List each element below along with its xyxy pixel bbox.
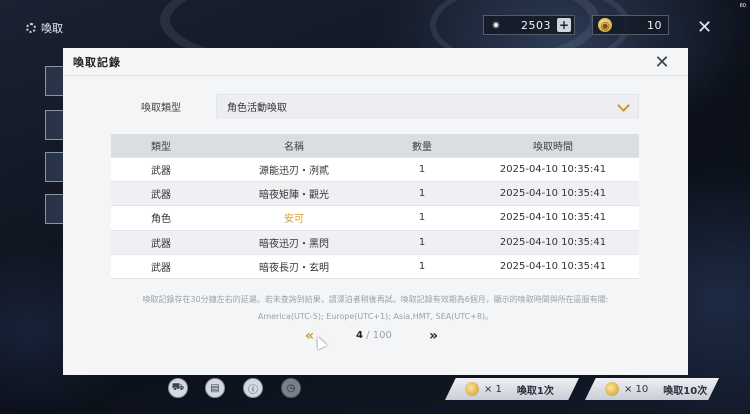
screen-title: 喚取 xyxy=(26,20,63,36)
column-header: 類型 xyxy=(111,134,211,158)
cell-qty: 1 xyxy=(377,181,467,207)
currency-tide: ◉ 10 xyxy=(592,15,669,35)
draw-one-count: × 1 xyxy=(484,383,502,395)
mouse-cursor-icon xyxy=(312,334,328,350)
column-header: 數量 xyxy=(377,134,467,158)
column-header: 喚取時間 xyxy=(467,134,639,158)
history-note: 喚取記錄存在30分鐘左右的延遲。若未查詢到結果，請漂泊者稍後再試。喚取記錄有效期… xyxy=(103,291,648,325)
chevron-down-icon xyxy=(617,99,630,112)
draw-ten-count: × 10 xyxy=(624,383,649,395)
cell-qty: 1 xyxy=(377,230,467,256)
cell-time: 2025-04-10 10:35:41 xyxy=(467,157,639,182)
convene-icon xyxy=(26,23,36,33)
cell-time: 2025-04-10 10:35:41 xyxy=(467,181,639,207)
details-icon[interactable]: ▤ xyxy=(205,378,225,398)
cell-time: 2025-04-10 10:35:41 xyxy=(467,205,639,231)
screen-title-text: 喚取 xyxy=(41,22,63,35)
page-indicator: 4 / 100 xyxy=(356,330,392,341)
cell-name: 暗夜長刃・玄明 xyxy=(211,254,377,280)
selected-value: 角色活動喚取 xyxy=(227,102,287,114)
cell-qty: 1 xyxy=(377,157,467,182)
dialog-title: 喚取記錄 xyxy=(63,48,688,76)
currency-value: 2503 xyxy=(521,18,551,32)
note-line: 喚取記錄存在30分鐘左右的延遲。若未查詢到結果，請漂泊者稍後再試。喚取記錄有效期… xyxy=(142,295,609,304)
page-separator: / xyxy=(366,330,370,341)
shop-icon[interactable]: ⛟ xyxy=(168,378,188,398)
coin-icon xyxy=(465,382,479,396)
total-pages: 100 xyxy=(372,330,392,341)
cell-name: 暗夜迅刃・黑閃 xyxy=(211,230,377,256)
table-row: 武器 源能迅刃・洌貳 1 2025-04-10 10:35:41 xyxy=(111,157,639,182)
cell-name: 暗夜矩陣・觀光 xyxy=(211,181,377,207)
star-icon: ✷ xyxy=(491,18,501,32)
draw-ten-label: 喚取10次 xyxy=(663,385,708,397)
cell-qty: 1 xyxy=(377,254,467,280)
history-icon[interactable]: ◷ xyxy=(281,378,301,398)
cell-name: 安可 xyxy=(211,205,377,231)
close-icon[interactable]: ✕ xyxy=(651,52,673,74)
add-currency-button[interactable]: + xyxy=(557,18,571,32)
current-page: 4 xyxy=(356,330,363,341)
cell-type: 武器 xyxy=(111,230,211,256)
table-row: 武器 暗夜長刃・玄明 1 2025-04-10 10:35:41 xyxy=(111,254,639,280)
history-table: 類型 名稱 數量 喚取時間 武器 源能迅刃・洌貳 1 2025-04-10 10… xyxy=(111,134,639,280)
draw-one-label: 喚取1次 xyxy=(516,385,554,397)
draw-ten-button[interactable]: × 10 喚取10次 xyxy=(585,378,719,400)
convene-history-dialog: 喚取記錄 ✕ 喚取類型 角色活動喚取 類型 名稱 數量 喚取時間 武器 源能迅刃… xyxy=(63,48,688,375)
column-header: 名稱 xyxy=(211,134,377,158)
filter-label: 喚取類型 xyxy=(141,103,181,114)
cell-type: 武器 xyxy=(111,157,211,182)
cell-name: 源能迅刃・洌貳 xyxy=(211,157,377,182)
table-header-row: 類型 名稱 數量 喚取時間 xyxy=(111,134,639,158)
note-line: America(UTC-5); Europe(UTC+1); Asia,HMT,… xyxy=(257,312,494,321)
info-icon[interactable]: ⓘ xyxy=(243,378,263,398)
table-row: 武器 暗夜矩陣・觀光 1 2025-04-10 10:35:41 xyxy=(111,181,639,207)
cell-type: 武器 xyxy=(111,181,211,207)
cell-type: 武器 xyxy=(111,254,211,280)
prev-page-button[interactable]: « xyxy=(305,328,314,344)
close-icon[interactable]: ✕ xyxy=(697,17,712,38)
cell-time: 2025-04-10 10:35:41 xyxy=(467,230,639,256)
coin-icon xyxy=(605,382,619,396)
fps-counter: 60 xyxy=(739,3,746,9)
currency-value: 10 xyxy=(647,18,662,32)
table-row: 角色 安可 1 2025-04-10 10:35:41 xyxy=(111,205,639,231)
currency-astrite: ✷ 2503 + xyxy=(483,15,575,35)
convene-type-select[interactable]: 角色活動喚取 xyxy=(216,94,639,118)
next-page-button[interactable]: » xyxy=(429,328,438,344)
coin-icon: ◉ xyxy=(598,18,612,32)
cell-qty: 1 xyxy=(377,205,467,231)
draw-one-button[interactable]: × 1 喚取1次 xyxy=(445,378,579,400)
table-row: 武器 暗夜迅刃・黑閃 1 2025-04-10 10:35:41 xyxy=(111,230,639,256)
cell-type: 角色 xyxy=(111,205,211,231)
cell-time: 2025-04-10 10:35:41 xyxy=(467,254,639,280)
